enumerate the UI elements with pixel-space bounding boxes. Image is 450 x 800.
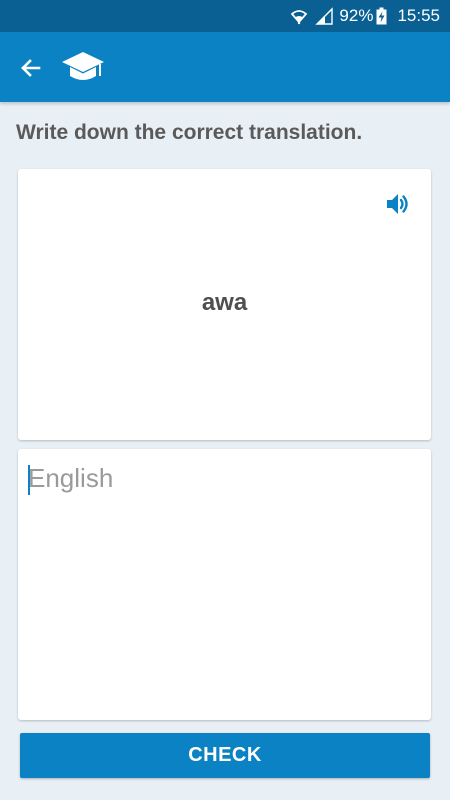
speaker-icon <box>387 194 408 214</box>
battery-charging-icon <box>376 7 387 25</box>
app-bar <box>0 32 450 102</box>
back-button[interactable] <box>12 50 48 86</box>
play-audio-button[interactable] <box>383 189 413 219</box>
clock: 15:55 <box>397 6 440 25</box>
text-cursor <box>28 465 30 495</box>
check-button[interactable]: CHECK <box>20 733 430 778</box>
wifi-icon <box>289 7 309 25</box>
answer-card <box>18 449 431 720</box>
instruction-text: Write down the correct translation. <box>16 121 363 144</box>
translation-input[interactable] <box>26 459 423 709</box>
status-bar: 92% 15:55 <box>0 0 450 32</box>
arrow-back-icon <box>21 59 41 77</box>
signal-icon <box>315 7 334 25</box>
battery-percent: 92% <box>339 6 374 25</box>
graduation-cap-icon <box>60 49 106 87</box>
word-card: awa <box>18 169 431 440</box>
source-word: awa <box>201 289 248 316</box>
